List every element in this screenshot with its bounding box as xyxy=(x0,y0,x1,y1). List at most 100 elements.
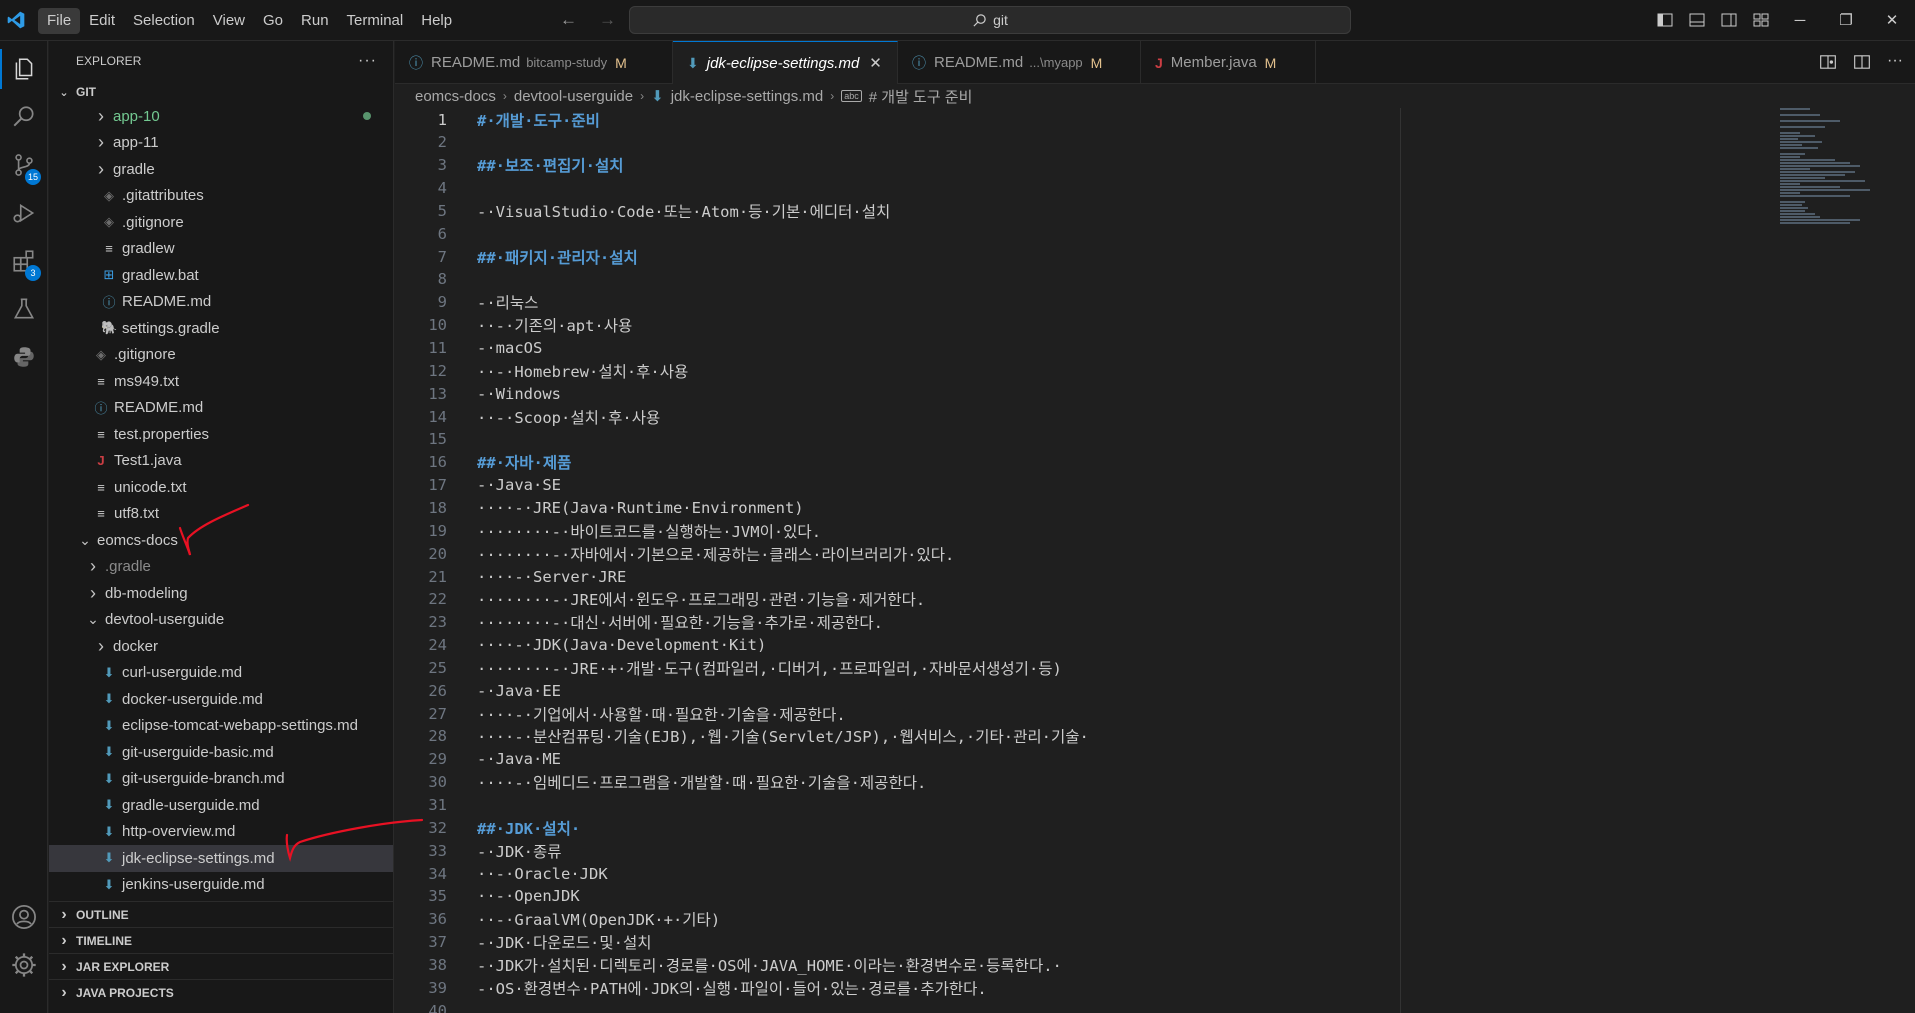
minimap-line xyxy=(1780,156,1800,158)
testing-flask-icon[interactable] xyxy=(0,285,48,333)
file-item[interactable]: ≡ utf8.txt xyxy=(49,501,393,528)
split-editor-icon[interactable] xyxy=(1853,53,1871,71)
command-center-search[interactable]: git xyxy=(629,6,1351,34)
editor-tab[interactable]: ⓘ README.md ...\myapp M xyxy=(898,41,1141,84)
extensions-icon[interactable]: 3 xyxy=(0,237,48,285)
menu-view[interactable]: View xyxy=(204,8,254,34)
file-item[interactable]: 🐘 settings.gradle xyxy=(49,315,393,342)
code-line: 36 ··-·GraalVM(OpenJDK·+·기타) xyxy=(395,908,1835,931)
close-window-icon[interactable]: ✕ xyxy=(1869,0,1915,40)
line-text: ········-·JRE에서·윈도우·프로그래밍·관련·기능을·제거한다. xyxy=(477,591,926,610)
open-preview-icon[interactable] xyxy=(1819,53,1837,71)
code-line: 27 ····-·기업에서·사용할·때·필요한·기술을·제공한다. xyxy=(395,702,1835,725)
code-editor[interactable]: 1 #·개발·도구·준비 2 3 ##·보조·편집기·설치 4 5 -·VisualStudi… xyxy=(395,108,1835,1013)
minimize-icon[interactable]: ─ xyxy=(1777,0,1823,40)
toggle-panel-icon[interactable] xyxy=(1681,0,1713,40)
folder-item[interactable]: › app-10 xyxy=(49,103,393,130)
breadcrumb-item[interactable]: jdk-eclipse-settings.md xyxy=(671,88,824,105)
tab-description: ...\myapp xyxy=(1029,55,1083,70)
more-actions-icon[interactable]: ··· xyxy=(358,52,377,70)
folder-item[interactable]: › gradle xyxy=(49,156,393,183)
tree-item-label: docker-userguide.md xyxy=(122,690,263,708)
forward-arrow-icon[interactable]: → xyxy=(599,10,616,30)
file-item[interactable]: ⬇ jenkins-userguide.md xyxy=(49,872,393,899)
folder-item[interactable]: › .gradle xyxy=(49,554,393,581)
section-jar-explorer[interactable]: › JAR EXPLORER xyxy=(49,953,393,979)
editor-more-icon[interactable]: ··· xyxy=(1887,53,1903,71)
file-item[interactable]: ⬇ curl-userguide.md xyxy=(49,660,393,687)
file-item[interactable]: ≡ unicode.txt xyxy=(49,474,393,501)
tree-item-label: git-userguide-basic.md xyxy=(122,743,274,761)
editor-tab[interactable]: ⓘ README.md bitcamp-study M xyxy=(395,41,673,84)
file-item[interactable]: ⓘ README.md xyxy=(49,395,393,422)
minimap-line xyxy=(1780,132,1800,134)
folder-item[interactable]: ⌄ eomcs-docs xyxy=(49,527,393,554)
line-number: 39 xyxy=(428,978,447,997)
file-item[interactable]: J Test1.java xyxy=(49,448,393,475)
file-item[interactable]: ≡ gradlew xyxy=(49,236,393,263)
chevron-right-icon: › xyxy=(90,556,96,577)
file-item[interactable]: ⬇ docker-userguide.md xyxy=(49,686,393,713)
menu-file[interactable]: File xyxy=(38,8,81,34)
tree-item-label: .gitignore xyxy=(122,213,184,231)
menu-help[interactable]: Help xyxy=(412,8,461,34)
file-item[interactable]: ◈ .gitignore xyxy=(49,342,393,369)
modified-indicator: M xyxy=(615,54,627,71)
file-item[interactable]: ⬇ git-userguide-basic.md xyxy=(49,739,393,766)
file-item[interactable]: ⬇ eclipse-tomcat-webapp-settings.md xyxy=(49,713,393,740)
file-item[interactable]: ≡ ms949.txt xyxy=(49,368,393,395)
line-text: ········-·대신·서버에·필요한·기능을·추가로·제공한다. xyxy=(477,614,883,633)
line-text: -·Java·EE xyxy=(477,681,561,700)
line-text: -·JDK·다운로드·및·설치 xyxy=(477,934,652,953)
run-debug-icon[interactable] xyxy=(0,189,48,237)
menu-selection[interactable]: Selection xyxy=(124,8,204,34)
source-control-icon[interactable]: 15 xyxy=(0,141,48,189)
line-text: ····-·JDK(Java·Development·Kit) xyxy=(477,636,767,655)
customize-layout-icon[interactable] xyxy=(1745,0,1777,40)
settings-gear-icon[interactable] xyxy=(0,941,48,989)
file-item[interactable]: ⓘ README.md xyxy=(49,289,393,316)
file-item[interactable]: ⬇ jdk-eclipse-settings.md xyxy=(49,845,393,872)
file-item[interactable]: ⊞ gradlew.bat xyxy=(49,262,393,289)
folder-item[interactable]: › app-11 xyxy=(49,130,393,157)
section-timeline[interactable]: › TIMELINE xyxy=(49,927,393,953)
code-line: 23 ········-·대신·서버에·필요한·기능을·추가로·제공한다. xyxy=(395,611,1835,634)
editor-tab[interactable]: J Member.java M xyxy=(1141,41,1316,84)
folder-item[interactable]: › docker xyxy=(49,633,393,660)
folder-item[interactable]: › db-modeling xyxy=(49,580,393,607)
explorer-icon[interactable] xyxy=(0,45,48,93)
minimap[interactable] xyxy=(1780,108,1870,408)
back-arrow-icon[interactable]: ← xyxy=(560,10,577,30)
search-view-icon[interactable] xyxy=(0,93,48,141)
workspace-root[interactable]: ⌄ GIT xyxy=(49,81,393,103)
close-tab-icon[interactable]: ✕ xyxy=(869,54,882,72)
editor-tab[interactable]: ⬇ jdk-eclipse-settings.md ✕ xyxy=(673,41,898,84)
accounts-icon[interactable] xyxy=(0,893,48,941)
code-line: 34 ··-·Oracle·JDK xyxy=(395,862,1835,885)
file-item[interactable]: ⬇ http-overview.md xyxy=(49,819,393,846)
section-outline[interactable]: › OUTLINE xyxy=(49,901,393,927)
menu-run[interactable]: Run xyxy=(292,8,338,34)
toggle-secondary-sidebar-icon[interactable] xyxy=(1713,0,1745,40)
breadcrumb-item[interactable]: devtool-userguide xyxy=(514,88,633,105)
folder-item[interactable]: ⌄ devtool-userguide xyxy=(49,607,393,634)
file-item[interactable]: ◈ .gitattributes xyxy=(49,183,393,210)
java-icon: J xyxy=(97,453,105,469)
file-item[interactable]: ⬇ git-userguide-branch.md xyxy=(49,766,393,793)
file-item[interactable]: ≡ test.properties xyxy=(49,421,393,448)
file-item[interactable]: ⬇ gradle-userguide.md xyxy=(49,792,393,819)
toggle-primary-sidebar-icon[interactable] xyxy=(1649,0,1681,40)
line-number: 30 xyxy=(428,773,447,792)
restore-icon[interactable]: ❐ xyxy=(1823,0,1869,40)
section-java-projects[interactable]: › JAVA PROJECTS xyxy=(49,979,393,1005)
menu-edit[interactable]: Edit xyxy=(80,8,124,34)
section-label: JAR EXPLORER xyxy=(76,959,170,974)
file-item[interactable]: ◈ .gitignore xyxy=(49,209,393,236)
breadcrumb-item[interactable]: # 개발 도구 준비 xyxy=(869,86,973,107)
breadcrumb-item[interactable]: eomcs-docs xyxy=(415,88,496,105)
explorer-sidebar: EXPLORER ··· ⌄ GIT › app-10 › app-11 › gradle… xyxy=(49,41,394,1013)
markdown-file-icon: ⬇ xyxy=(651,88,664,105)
menu-go[interactable]: Go xyxy=(254,8,292,34)
python-icon[interactable] xyxy=(0,333,48,381)
menu-terminal[interactable]: Terminal xyxy=(338,8,413,34)
